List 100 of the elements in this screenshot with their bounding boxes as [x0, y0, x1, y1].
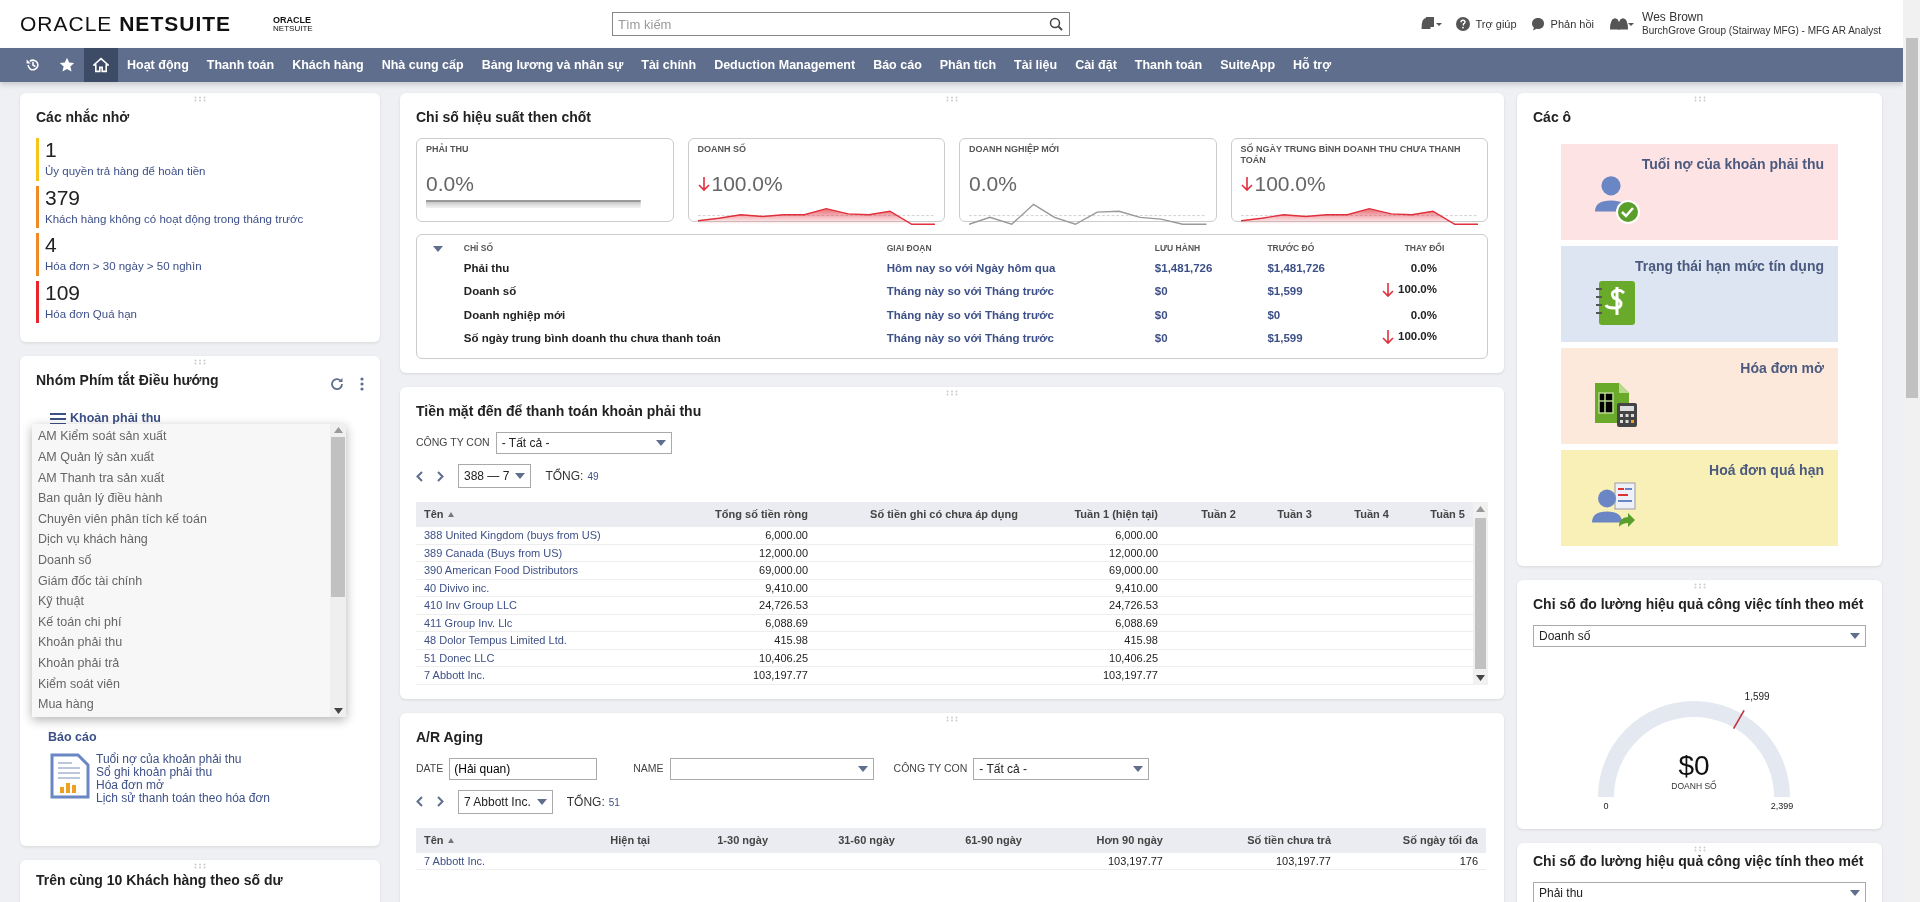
scroll-down-icon[interactable] [333, 707, 343, 714]
drag-handle-icon[interactable] [194, 863, 206, 870]
menu-item[interactable]: Doanh số [32, 549, 330, 571]
refresh-icon[interactable] [330, 376, 344, 391]
select-field[interactable]: Doanh số [1533, 625, 1866, 647]
search-field[interactable]: Tìm kiếm [612, 12, 1070, 36]
menu-item[interactable]: AM Kiểm soát sản xuất [32, 426, 330, 447]
collapse-icon[interactable] [433, 245, 443, 252]
drag-handle-icon[interactable] [194, 96, 206, 102]
customer-link[interactable]: 40 Divivo inc. [424, 581, 490, 594]
menu-item[interactable]: Mua hàng [32, 694, 330, 715]
more-icon[interactable] [360, 376, 364, 391]
customer-link[interactable]: 48 Dolor Tempus Limited Ltd. [424, 634, 567, 646]
nav-tab[interactable]: Thanh toán [197, 48, 284, 82]
page-select[interactable]: 388 — 7 [458, 464, 532, 488]
help-link[interactable]: Trợ giúp [1455, 15, 1517, 33]
shortcut-tile[interactable]: Hóa đơn mở [1561, 348, 1838, 444]
drag-handle-icon[interactable] [946, 390, 958, 396]
shortcut-tile[interactable]: Hoá đơn quá hạn [1561, 450, 1838, 546]
customer-link[interactable]: 389 Canada (Buys from US) [424, 546, 563, 559]
report-link[interactable]: Lịch sử thanh toán theo hóa đơn [96, 792, 271, 806]
nav-tab[interactable]: Bảng lương và nhân sự [472, 48, 633, 82]
menu-item[interactable]: Ban quản lý điều hành [32, 488, 330, 509]
menu-item[interactable]: AM Thanh tra sản xuất [32, 467, 330, 489]
period-link[interactable]: Tháng này so với Tháng trước [886, 285, 1054, 298]
sort-ascending-icon[interactable] [447, 512, 454, 517]
menu-item[interactable]: Khoản phải trả [32, 652, 330, 674]
column-header[interactable]: Tên [424, 831, 444, 849]
previous-page-icon[interactable] [416, 796, 423, 807]
column-header[interactable]: Tên [424, 506, 444, 523]
drag-handle-icon[interactable] [946, 96, 958, 102]
reminder-link[interactable]: Ủy quyền trả hàng để hoàn tiền [45, 163, 206, 181]
customer-link[interactable]: 51 Donec LLC [424, 651, 495, 664]
drag-handle-icon[interactable] [1693, 583, 1706, 589]
previous-page-icon[interactable] [416, 470, 423, 482]
nav-tab[interactable]: Hỗ trợ [1284, 48, 1341, 82]
customer-link[interactable]: 411 Group Inv. Llc [424, 616, 513, 629]
reminder-link[interactable]: Hóa đơn > 30 ngày > 50 nghìn [45, 258, 202, 276]
date-field[interactable]: (Hải quan) [449, 757, 598, 780]
menu-item[interactable]: Chuyên viên phân tích kế toán [32, 508, 330, 530]
home-tab[interactable] [84, 48, 118, 82]
customer-link[interactable]: 7 Abbott Inc. [424, 669, 486, 681]
nav-tab[interactable]: Cài đặt [1066, 48, 1126, 82]
nav-tab[interactable]: Khách hàng [283, 48, 373, 82]
nav-tab[interactable]: Hoạt động [118, 48, 198, 82]
drag-handle-icon[interactable] [1693, 846, 1706, 852]
logo-text[interactable]: ORACLE NETSUITE [20, 8, 232, 40]
customer-link[interactable]: 390 American Food Distributors [424, 564, 579, 576]
feedback-link[interactable]: Phản hồi [1530, 15, 1595, 33]
next-page-icon[interactable] [437, 470, 444, 482]
nav-tab[interactable]: SuiteApp [1211, 48, 1285, 82]
nav-tab[interactable]: Báo cáo [864, 48, 931, 82]
menu-item[interactable]: Kế toán chi phí [32, 611, 330, 633]
menu-item[interactable]: Dịch vụ khách hàng [32, 529, 330, 550]
scroll-down-icon[interactable] [1476, 674, 1485, 681]
field-label: CÔNG TY CON [416, 435, 490, 451]
drag-handle-icon[interactable] [1693, 96, 1706, 102]
reminder-link[interactable]: Khách hàng không có hoạt động trong tháng trước [45, 210, 304, 228]
menu-item[interactable]: AM Quản lý sản xuất [32, 446, 330, 468]
select-field[interactable] [669, 757, 874, 780]
nav-tab[interactable]: Deduction Management [705, 48, 865, 82]
scrollbar-thumb[interactable] [1475, 518, 1486, 669]
scroll-up-icon[interactable] [1476, 506, 1485, 512]
scrollbar[interactable] [1473, 502, 1488, 685]
drag-handle-icon[interactable] [946, 715, 958, 722]
select-field[interactable]: - Tất cả - [973, 757, 1150, 780]
reminder-link[interactable]: Hóa đơn Quá hạn [45, 305, 137, 324]
select-field[interactable]: - Tất cả - [495, 432, 672, 454]
shortcut-tile[interactable]: Trạng thái hạn mức tín dụng [1561, 246, 1838, 342]
nav-tab[interactable]: Tài chính [632, 48, 706, 82]
drag-handle-icon[interactable] [194, 359, 206, 366]
period-link[interactable]: Tháng này so với Tháng trước [886, 308, 1054, 321]
nav-tab[interactable]: Tài liệu [1005, 48, 1067, 82]
nav-tab[interactable]: Phân tích [930, 48, 1006, 82]
scrollbar-thumb[interactable] [331, 437, 345, 598]
report-link[interactable]: Sổ ghi khoản phải thu [96, 766, 271, 780]
scroll-up-icon[interactable] [333, 427, 343, 434]
customer-link[interactable]: 7 Abbott Inc. [424, 854, 486, 867]
menu-item[interactable]: Giám đốc tài chính [32, 570, 330, 592]
report-link[interactable]: Hóa đơn mở [96, 779, 271, 793]
search-icon[interactable] [1049, 17, 1063, 31]
shortcut-tile[interactable]: Tuổi nợ của khoản phải thu [1561, 144, 1838, 240]
scrollbar-thumb[interactable] [1905, 38, 1918, 398]
scrollbar[interactable] [330, 424, 346, 717]
customer-link[interactable]: 388 United Kingdom (buys from US) [424, 529, 601, 541]
nav-tab[interactable]: Nhà cung cấp [372, 48, 473, 82]
menu-item[interactable]: Kiểm soát viên [32, 673, 330, 695]
sort-ascending-icon[interactable] [447, 837, 454, 843]
period-link[interactable]: Hôm nay so với Ngày hôm qua [886, 261, 1056, 274]
menu-item[interactable]: Kỹ thuật [32, 591, 330, 612]
table-cell: 103,197.77 [752, 669, 808, 681]
period-link[interactable]: Tháng này so với Tháng trước [886, 332, 1054, 345]
customer-link[interactable]: 410 Inv Group LLC [424, 599, 517, 611]
menu-item[interactable]: Khoản phải thu [32, 632, 330, 653]
nav-tab[interactable]: Thanh toán [1125, 48, 1212, 82]
next-page-icon[interactable] [437, 796, 444, 807]
page-select[interactable]: 7 Abbott Inc. [458, 789, 553, 814]
group-selector[interactable]: Khoản phải thu [50, 409, 364, 429]
home-icon [93, 56, 109, 74]
select-field[interactable]: Phải thu [1533, 882, 1866, 902]
